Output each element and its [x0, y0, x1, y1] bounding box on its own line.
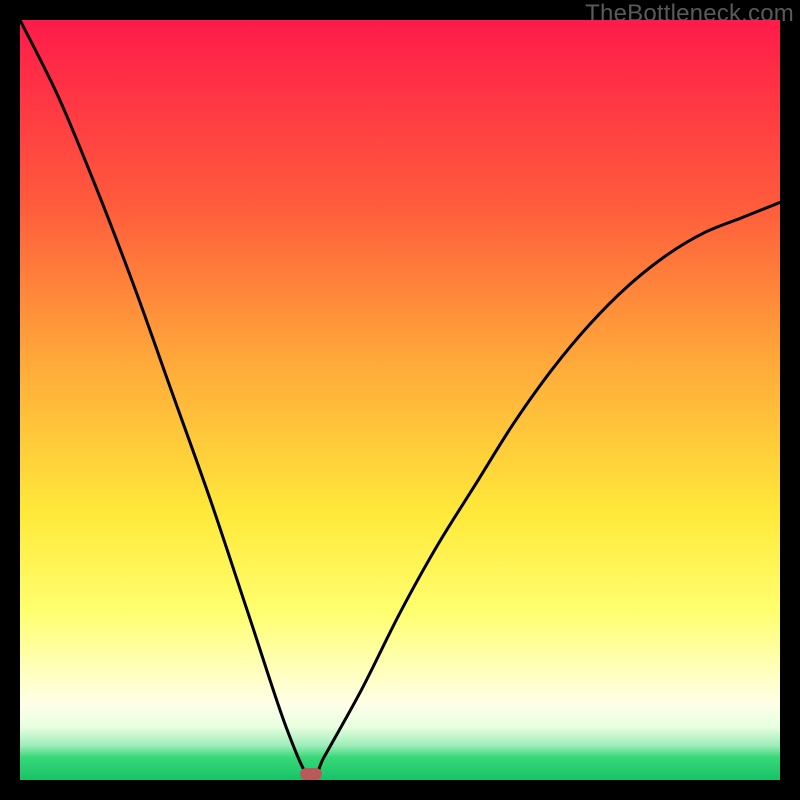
curve-svg	[20, 20, 780, 780]
optimum-marker	[300, 768, 322, 780]
plot-frame	[20, 20, 780, 780]
bottleneck-curve	[20, 20, 780, 780]
plot-area	[20, 20, 780, 780]
